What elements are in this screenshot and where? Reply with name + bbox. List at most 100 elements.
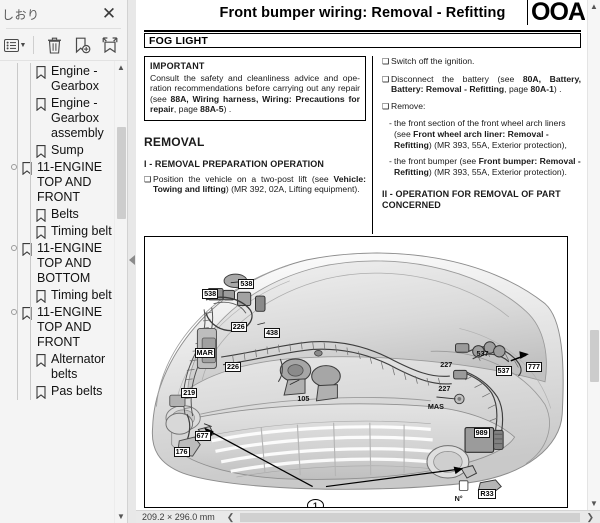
- collapse-sidebar-icon[interactable]: [129, 255, 135, 265]
- sidebar-toolbar: ▼: [0, 29, 127, 61]
- sidebar-header: しおり ✕: [0, 0, 127, 28]
- expand-toggle-icon[interactable]: [8, 241, 20, 251]
- chevron-down-icon[interactable]: ▼: [20, 42, 27, 49]
- bookmark-label: 11-ENGINE TOP AND BOTTOM: [37, 241, 103, 285]
- bullet-item: ❑ Switch off the ignition.: [382, 56, 475, 66]
- diagram-callout-label: MAR: [194, 348, 215, 359]
- diagram-callout-label: 677: [194, 430, 211, 441]
- bookmark-icon: [34, 96, 48, 111]
- diagram-callout-label: 226: [225, 362, 242, 373]
- section-1-heading: I - REMOVAL PREPARATION OPERATION: [144, 158, 324, 169]
- dash-item: - the front section of the front wheel a…: [389, 118, 567, 150]
- bookmark-label: Alternator belts: [51, 352, 106, 381]
- section-band: FOG LIGHT: [144, 34, 581, 48]
- bookmark-label: Timing belt: [51, 224, 112, 238]
- diagram-callout-number: 1: [306, 499, 324, 507]
- scroll-down-icon[interactable]: ▼: [115, 510, 127, 523]
- bookmark-icon: [20, 241, 34, 256]
- close-icon[interactable]: ✕: [99, 4, 119, 24]
- sidebar-scroll-thumb[interactable]: [117, 127, 126, 219]
- diagram-callout-label: 989: [473, 427, 490, 438]
- sidebar-scrollbar[interactable]: ▲ ▼: [114, 61, 127, 523]
- important-text: Consult the safety and cleanliness advic…: [150, 73, 360, 115]
- delete-bookmark-icon[interactable]: [41, 32, 67, 58]
- chevron-left-icon[interactable]: ❮: [227, 512, 235, 523]
- diagram-callout-label: 538: [238, 278, 255, 289]
- new-bookmark-icon[interactable]: [69, 32, 95, 58]
- bookmark-icon: [34, 288, 48, 303]
- bookmark-icon: [34, 143, 48, 158]
- page-columns: IMPORTANT Consult the safety and cleanli…: [144, 56, 581, 234]
- bookmark-label: Pas belts: [51, 384, 103, 398]
- bookmark-label: 11-ENGINE TOP AND FRONT: [37, 305, 103, 349]
- bookmark-label: Sump: [51, 143, 84, 157]
- diagram-callout-label: 537: [495, 366, 512, 377]
- bookmark-label: Timing belt: [51, 288, 112, 302]
- page-header: Front bumper wiring: Removal - Refitting…: [144, 0, 585, 28]
- removal-heading: REMOVAL: [144, 134, 205, 149]
- document-viewport: Front bumper wiring: Removal - Refitting…: [136, 0, 600, 523]
- sidebar-splitter[interactable]: [128, 0, 136, 523]
- bookmarks-sidebar: しおり ✕ ▼ Engine - Gearbox Engine - Gearbo…: [0, 0, 128, 523]
- options-list-icon[interactable]: ▼: [2, 32, 28, 58]
- section-2-heading: II - OPERATION FOR REMOVAL OF PART CONCE…: [382, 189, 561, 211]
- toolbar-separator: [33, 36, 34, 54]
- scroll-up-icon[interactable]: ▲: [115, 61, 127, 74]
- chevron-right-icon[interactable]: ❯: [586, 512, 600, 523]
- bookmark-icon: [34, 384, 48, 399]
- diagram-callout-label: MAS: [427, 401, 444, 411]
- front-bumper-wiring-diagram: 538 538 226 438 MAR 226 219 677 176 105 537 227 537 7…: [144, 236, 568, 508]
- bookmark-label: Belts: [51, 207, 79, 221]
- diagram-callout-label: 176: [173, 447, 190, 458]
- bookmark-icon: [20, 160, 34, 175]
- horizontal-scroll-track[interactable]: [240, 512, 581, 522]
- bookmark-icon: [34, 64, 48, 79]
- scroll-down-icon[interactable]: ▼: [588, 497, 600, 510]
- page-dimensions: 209.2 × 296.0 mm: [142, 512, 215, 522]
- bullet-item: ❑ Disconnect the battery (see 80A, Batte…: [382, 73, 581, 95]
- important-heading: IMPORTANT: [150, 61, 205, 71]
- diagram-callout-label: 538: [202, 288, 219, 299]
- scroll-up-icon[interactable]: ▲: [588, 0, 600, 13]
- diagram-callout-label: 438: [264, 328, 281, 339]
- document-scroll-thumb[interactable]: [590, 330, 599, 382]
- tree-guide-line: [17, 63, 18, 400]
- pdf-page: Front bumper wiring: Removal - Refitting…: [136, 0, 587, 510]
- page-title: Front bumper wiring: Removal - Refitting: [219, 5, 506, 21]
- bullet-item: ❑ Remove:: [382, 100, 426, 111]
- pdf-reader-window: しおり ✕ ▼ Engine - Gearbox Engine - Gearbo…: [0, 0, 600, 523]
- diagram-callout-label: 227: [438, 383, 451, 393]
- document-scrollbar[interactable]: ▲ ▼: [587, 0, 600, 510]
- diagram-callout-label: 537: [476, 349, 489, 359]
- header-rule-thick: [144, 30, 581, 32]
- bullet-item: ❑ Position the vehicle on a two-post lif…: [144, 173, 366, 195]
- diagram-callout-label: N°: [454, 494, 463, 504]
- bookmark-label: Engine - Gearbox assembly: [51, 96, 104, 140]
- bookmark-icon: [34, 207, 48, 222]
- diagram-callout-label: 219: [181, 387, 198, 398]
- bookmark-tree: Engine - Gearbox Engine - Gearbox assembl…: [0, 61, 127, 523]
- tree-guide-line: [30, 63, 31, 400]
- checkbox-icon: ❑: [382, 101, 390, 111]
- bookmark-icon: [20, 305, 34, 320]
- expand-bookmarks-icon[interactable]: [97, 32, 123, 58]
- diagram-callout-label: 226: [230, 322, 247, 333]
- checkbox-icon: ❑: [144, 174, 152, 184]
- bookmark-icon: [34, 352, 48, 367]
- diagram-callout-label: R33: [478, 489, 496, 500]
- diagram-callout-label: 227: [440, 360, 453, 370]
- expand-toggle-icon[interactable]: [8, 305, 20, 315]
- bookmark-icon: [34, 224, 48, 239]
- diagram-callout-label: 777: [526, 362, 543, 373]
- bookmark-label: 11-ENGINE TOP AND FRONT: [37, 160, 103, 204]
- status-bar: 209.2 × 296.0 mm ❮ ❯: [136, 510, 600, 523]
- expand-toggle-icon[interactable]: [8, 160, 20, 170]
